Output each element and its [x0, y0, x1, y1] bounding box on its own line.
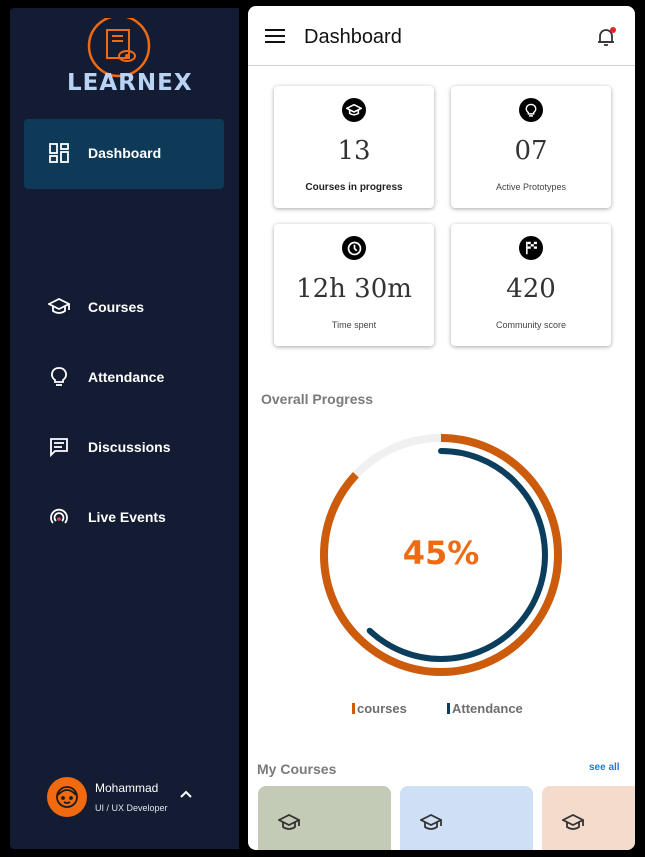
notification-bell-icon[interactable] — [597, 26, 617, 48]
sidebar-item-label: Discussions — [88, 439, 171, 455]
stat-card-community[interactable]: 420 Community score — [451, 224, 611, 346]
clock-icon — [342, 236, 366, 260]
stat-card-prototypes[interactable]: 07 Active Prototypes — [451, 86, 611, 208]
chevron-up-icon[interactable] — [179, 789, 193, 799]
legend-label: Attendance — [452, 701, 523, 716]
app-logo: LEARNEX — [67, 18, 193, 98]
course-card[interactable] — [400, 786, 533, 850]
sidebar-item-label: Dashboard — [88, 145, 162, 161]
graduation-cap-icon — [48, 296, 70, 318]
sidebar-item-dashboard-content[interactable]: Dashboard — [48, 142, 161, 164]
sidebar-item-live-events[interactable]: Live Events — [48, 506, 166, 528]
see-all-link[interactable]: see all — [589, 762, 620, 773]
progress-percent: 45% — [402, 534, 480, 572]
sidebar-item-discussions[interactable]: Discussions — [48, 436, 170, 458]
face-icon — [56, 786, 78, 808]
graduation-cap-icon — [278, 814, 300, 830]
legend-attendance: Attendance — [447, 701, 523, 716]
logo-book-icon — [87, 18, 151, 78]
top-bar: Dashboard — [248, 6, 635, 66]
my-courses-title: My Courses — [257, 761, 337, 777]
stat-label: Community score — [495, 320, 567, 330]
sidebar-item-label: Attendance — [88, 369, 165, 385]
course-card[interactable] — [542, 786, 635, 850]
legend-swatch — [352, 703, 355, 714]
user-profile[interactable]: Mohammad UI / UX Developer — [47, 777, 232, 821]
profile-name: Mohammad — [95, 781, 159, 795]
main-panel: Dashboard 13 Courses in progress 07 Acti… — [248, 6, 635, 850]
legend-swatch — [447, 703, 450, 714]
overall-progress-title: Overall Progress — [261, 391, 374, 407]
app-frame: LEARNEX Dashboard Courses Attendance Dis… — [0, 0, 645, 857]
stat-value: 13 — [337, 136, 371, 166]
lightbulb-icon — [519, 98, 543, 122]
graduation-cap-icon — [420, 814, 442, 830]
stat-value: 12h 30m — [296, 274, 412, 304]
stat-card-courses[interactable]: 13 Courses in progress — [274, 86, 434, 208]
graduation-cap-icon — [562, 814, 584, 830]
stat-value: 420 — [506, 274, 556, 304]
profile-role: UI / UX Developer — [95, 803, 168, 813]
course-card[interactable] — [258, 786, 391, 850]
stat-label: Courses in progress — [305, 182, 403, 193]
dashboard-icon — [48, 142, 70, 164]
app-name: LEARNEX — [67, 70, 193, 96]
legend-courses: courses — [352, 701, 407, 716]
sidebar-item-attendance[interactable]: Attendance — [48, 366, 164, 388]
hamburger-menu-icon[interactable] — [265, 28, 285, 44]
progress-ring: 45% — [316, 430, 566, 680]
sidebar: LEARNEX Dashboard Courses Attendance Dis… — [10, 8, 239, 849]
legend-label: courses — [357, 701, 407, 716]
lightbulb-icon — [48, 366, 70, 388]
live-broadcast-icon — [48, 506, 70, 528]
sidebar-item-label: Live Events — [88, 509, 166, 525]
stat-label: Time spent — [331, 320, 377, 330]
chat-icon — [48, 436, 70, 458]
sidebar-item-label: Courses — [88, 299, 145, 315]
checkered-flag-icon — [519, 236, 543, 260]
avatar — [47, 777, 87, 817]
stat-value: 07 — [514, 136, 548, 166]
graduation-cap-icon — [342, 98, 366, 122]
stat-card-time[interactable]: 12h 30m Time spent — [274, 224, 434, 346]
sidebar-item-courses[interactable]: Courses — [48, 296, 144, 318]
stat-label: Active Prototypes — [495, 182, 567, 192]
page-title: Dashboard — [304, 26, 402, 48]
